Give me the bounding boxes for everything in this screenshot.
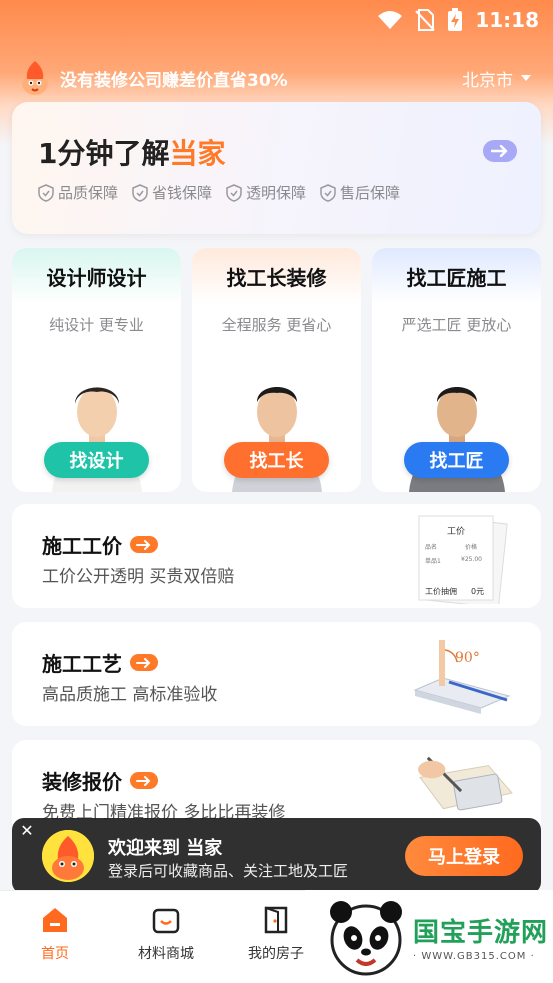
banner-title: 欢迎来到 当家	[108, 838, 223, 859]
no-sim-icon	[415, 9, 436, 31]
info-card-subtitle: 高品质施工 高标准验收	[42, 685, 218, 705]
tab-label: 材料商城	[138, 946, 194, 962]
watermark-text-block: 国宝手游网 · WWW.GB315.COM ·	[413, 912, 548, 962]
find-designer-button[interactable]: 找设计	[44, 442, 149, 478]
watermark-url: · WWW.GB315.COM ·	[413, 950, 535, 962]
header-slogan: 没有装修公司赚差价直省30%	[60, 70, 288, 91]
guarantee-item: 省钱保障	[132, 182, 212, 203]
mascot-logo-icon	[22, 61, 48, 95]
card-subtitle: 全程服务 更省心	[221, 316, 332, 334]
city-picker[interactable]: 北京市	[462, 66, 531, 91]
service-card-row: 设计师设计 纯设计 更专业 找设计 找工长装修 全程服务 更省心 找工长 找工匠…	[12, 248, 541, 492]
info-title-text: 施工工艺	[42, 652, 122, 676]
site-watermark: 国宝手游网 · WWW.GB315.COM ·	[305, 890, 553, 983]
status-time: 11:18	[475, 8, 539, 32]
brand-intro-card[interactable]: 1分钟了解当家 品质保障 省钱保障 透明保障 售后保障	[12, 102, 541, 234]
promo-title-accent: 当家	[169, 137, 226, 170]
info-card-craft[interactable]: 施工工艺 高品质施工 高标准验收 90°	[12, 622, 541, 726]
info-card-labor-price[interactable]: 施工工价 工价公开透明 买贵双倍赔 工价 品名 价格 单品1 ¥25.00 工价…	[12, 504, 541, 608]
shield-check-icon	[38, 183, 54, 202]
guarantee-label: 售后保障	[340, 184, 401, 202]
guarantee-item: 品质保障	[38, 182, 118, 203]
angle-label: 90°	[455, 650, 480, 666]
info-title-text: 装修报价	[42, 770, 122, 794]
wifi-icon	[378, 11, 403, 29]
banner-subtitle: 登录后可收藏商品、关注工地及工匠	[108, 862, 349, 880]
status-bar: 11:18	[0, 0, 553, 40]
chevron-down-icon	[521, 75, 531, 81]
guarantee-item: 透明保障	[226, 182, 306, 203]
shop-bag-icon	[152, 908, 180, 934]
guarantee-label: 省钱保障	[152, 184, 213, 202]
receipt-title: 工价	[447, 527, 466, 537]
login-prompt-banner: ✕ 欢迎来到 当家 登录后可收藏商品、关注工地及工匠 马上登录	[12, 818, 541, 894]
guarantee-list: 品质保障 省钱保障 透明保障 售后保障	[38, 182, 400, 203]
price-receipt-illustration: 工价 品名 价格 单品1 ¥25.00 工价抽佣 0元	[409, 512, 519, 604]
top-header: 没有装修公司赚差价直省30% 北京市	[18, 56, 531, 100]
arrow-right-icon	[130, 772, 158, 789]
panda-logo-icon	[330, 900, 402, 975]
service-card-craftsman[interactable]: 找工匠施工 严选工匠 更放心 找工匠	[372, 248, 541, 492]
mascot-avatar-icon	[42, 830, 94, 882]
info-card-subtitle: 工价公开透明 买贵双倍赔	[42, 567, 235, 587]
promo-title-prefix: 1分钟了解	[38, 137, 170, 170]
info-card-title: 施工工价	[42, 530, 158, 559]
receipt-cell: 0元	[471, 587, 485, 596]
tab-material-mall[interactable]: 材料商城	[121, 905, 211, 963]
card-title: 设计师设计	[46, 266, 147, 290]
card-subtitle: 纯设计 更专业	[49, 316, 144, 334]
card-title: 找工长装修	[226, 266, 327, 290]
close-icon[interactable]: ✕	[18, 822, 36, 840]
receipt-cell: ¥25.00	[461, 556, 482, 563]
card-subtitle: 严选工匠 更放心	[401, 316, 512, 334]
tab-home[interactable]: 首页	[10, 905, 100, 963]
card-title: 找工匠施工	[406, 266, 507, 290]
service-card-foreman[interactable]: 找工长装修 全程服务 更省心 找工长	[192, 248, 361, 492]
receipt-cell: 工价抽佣	[425, 587, 457, 596]
home-icon	[43, 908, 67, 932]
guarantee-item: 售后保障	[320, 182, 400, 203]
guarantee-label: 品质保障	[58, 184, 119, 202]
promo-title: 1分钟了解当家	[38, 132, 226, 172]
arrow-right-icon	[130, 654, 158, 671]
guarantee-label: 透明保障	[246, 184, 307, 202]
find-craftsman-button[interactable]: 找工匠	[404, 442, 509, 478]
info-title-text: 施工工价	[42, 534, 122, 558]
receipt-cell: 品名	[425, 544, 438, 551]
login-now-button[interactable]: 马上登录	[405, 836, 523, 876]
battery-charging-icon	[448, 8, 463, 31]
arrow-right-icon	[130, 536, 158, 553]
shield-check-icon	[226, 183, 242, 202]
service-card-designer[interactable]: 设计师设计 纯设计 更专业 找设计	[12, 248, 181, 492]
arrow-right-icon	[491, 145, 508, 157]
promo-arrow-button[interactable]	[483, 140, 517, 162]
shield-check-icon	[320, 183, 336, 202]
receipt-cell: 价格	[465, 544, 478, 551]
watermark-title: 国宝手游网	[413, 917, 549, 948]
receipt-cell: 单品1	[425, 558, 441, 565]
tab-label: 我的房子	[248, 946, 304, 962]
info-card-title: 装修报价	[42, 766, 158, 795]
door-icon	[264, 906, 288, 934]
shield-check-icon	[132, 183, 148, 202]
angle-ruler-illustration: 90°	[409, 630, 519, 720]
tab-label: 首页	[41, 946, 69, 962]
find-foreman-button[interactable]: 找工长	[224, 442, 329, 478]
info-card-title: 施工工艺	[42, 648, 158, 677]
city-label: 北京市	[462, 70, 513, 91]
